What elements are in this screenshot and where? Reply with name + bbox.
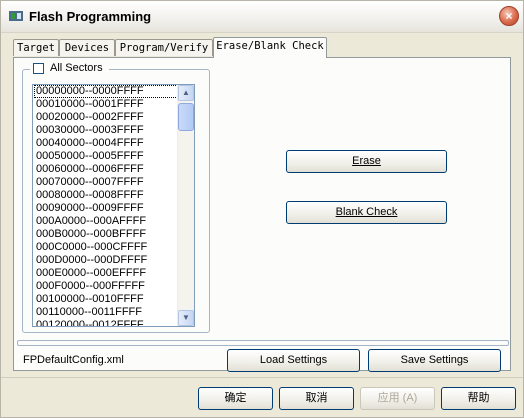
all-sectors-label: All Sectors xyxy=(50,62,103,74)
scroll-thumb[interactable] xyxy=(178,103,194,131)
config-file-name: FPDefaultConfig.xml xyxy=(23,354,124,366)
sector-list[interactable]: 00000000--0000FFFF 00010000--0001FFFF 0002… xyxy=(32,84,195,327)
sector-list-item[interactable]: 000C0000--000CFFFF xyxy=(34,241,178,254)
ok-button[interactable]: 确定 xyxy=(198,387,273,410)
help-button[interactable]: 帮助 xyxy=(441,387,516,410)
blank-check-button-label: Blank Check xyxy=(335,206,398,218)
erase-button-label: Erase xyxy=(352,155,381,167)
sector-list-item[interactable]: 00080000--0008FFFF xyxy=(34,189,178,202)
sector-list-item[interactable]: 00110000--0011FFFF xyxy=(34,306,178,319)
sector-list-item[interactable]: 000B0000--000BFFFF xyxy=(34,228,178,241)
sector-list-item[interactable]: 00030000--0003FFFF xyxy=(34,124,178,137)
apply-button[interactable]: 应用 (A) xyxy=(360,387,435,410)
blank-check-button[interactable]: Blank Check xyxy=(286,201,447,224)
sector-list-item[interactable]: 00040000--0004FFFF xyxy=(34,137,178,150)
sector-list-item[interactable]: 000D0000--000DFFFF xyxy=(34,254,178,267)
sector-list-scrollbar[interactable]: ▲ ▼ xyxy=(177,85,194,326)
close-button[interactable]: × xyxy=(499,6,519,26)
window-title: Flash Programming xyxy=(29,9,152,24)
sector-list-item[interactable]: 00060000--0006FFFF xyxy=(34,163,178,176)
sector-list-item[interactable]: 00070000--0007FFFF xyxy=(34,176,178,189)
scroll-down-icon[interactable]: ▼ xyxy=(178,310,194,326)
separator xyxy=(17,340,509,346)
load-settings-label: Load Settings xyxy=(259,354,328,366)
sector-list-item[interactable]: 00010000--0001FFFF xyxy=(34,98,178,111)
tab-program-verify[interactable]: Program/Verify xyxy=(115,39,213,56)
footer-divider xyxy=(1,377,523,378)
sector-list-item[interactable]: 00100000--0010FFFF xyxy=(34,293,178,306)
apply-label: 应用 (A) xyxy=(377,392,418,404)
save-settings-label: Save Settings xyxy=(400,354,469,366)
all-sectors-checkbox[interactable] xyxy=(33,62,44,74)
sector-list-item[interactable]: 00000000--0000FFFF xyxy=(34,85,178,98)
load-settings-button[interactable]: Load Settings xyxy=(227,349,360,372)
flash-programming-dialog: Flash Programming × Target Devices Progr… xyxy=(0,0,524,418)
app-icon xyxy=(9,11,23,21)
sector-list-item[interactable]: 00090000--0009FFFF xyxy=(34,202,178,215)
tab-devices[interactable]: Devices xyxy=(59,39,115,56)
sector-list-item[interactable]: 000F0000--000FFFFF xyxy=(34,280,178,293)
help-label: 帮助 xyxy=(467,392,490,404)
erase-button[interactable]: Erase xyxy=(286,150,447,173)
cancel-button[interactable]: 取消 xyxy=(279,387,354,410)
sector-list-item[interactable]: 000E0000--000EFFFF xyxy=(34,267,178,280)
ok-label: 确定 xyxy=(224,392,247,404)
save-settings-button[interactable]: Save Settings xyxy=(368,349,501,372)
sector-list-item[interactable]: 00120000--0012FFFF xyxy=(34,319,178,326)
cancel-label: 取消 xyxy=(305,392,328,404)
title-bar: Flash Programming × xyxy=(1,1,523,33)
sector-list-item[interactable]: 000A0000--000AFFFF xyxy=(34,215,178,228)
sector-list-item[interactable]: 00050000--0005FFFF xyxy=(34,150,178,163)
tab-erase-blank-check[interactable]: Erase/Blank Check xyxy=(213,37,327,58)
sector-list-item[interactable]: 00020000--0002FFFF xyxy=(34,111,178,124)
sector-list-items: 00000000--0000FFFF 00010000--0001FFFF 0002… xyxy=(34,85,178,326)
scroll-up-icon[interactable]: ▲ xyxy=(178,85,194,101)
all-sectors-option[interactable]: All Sectors xyxy=(30,61,109,75)
tab-target[interactable]: Target xyxy=(13,39,59,56)
